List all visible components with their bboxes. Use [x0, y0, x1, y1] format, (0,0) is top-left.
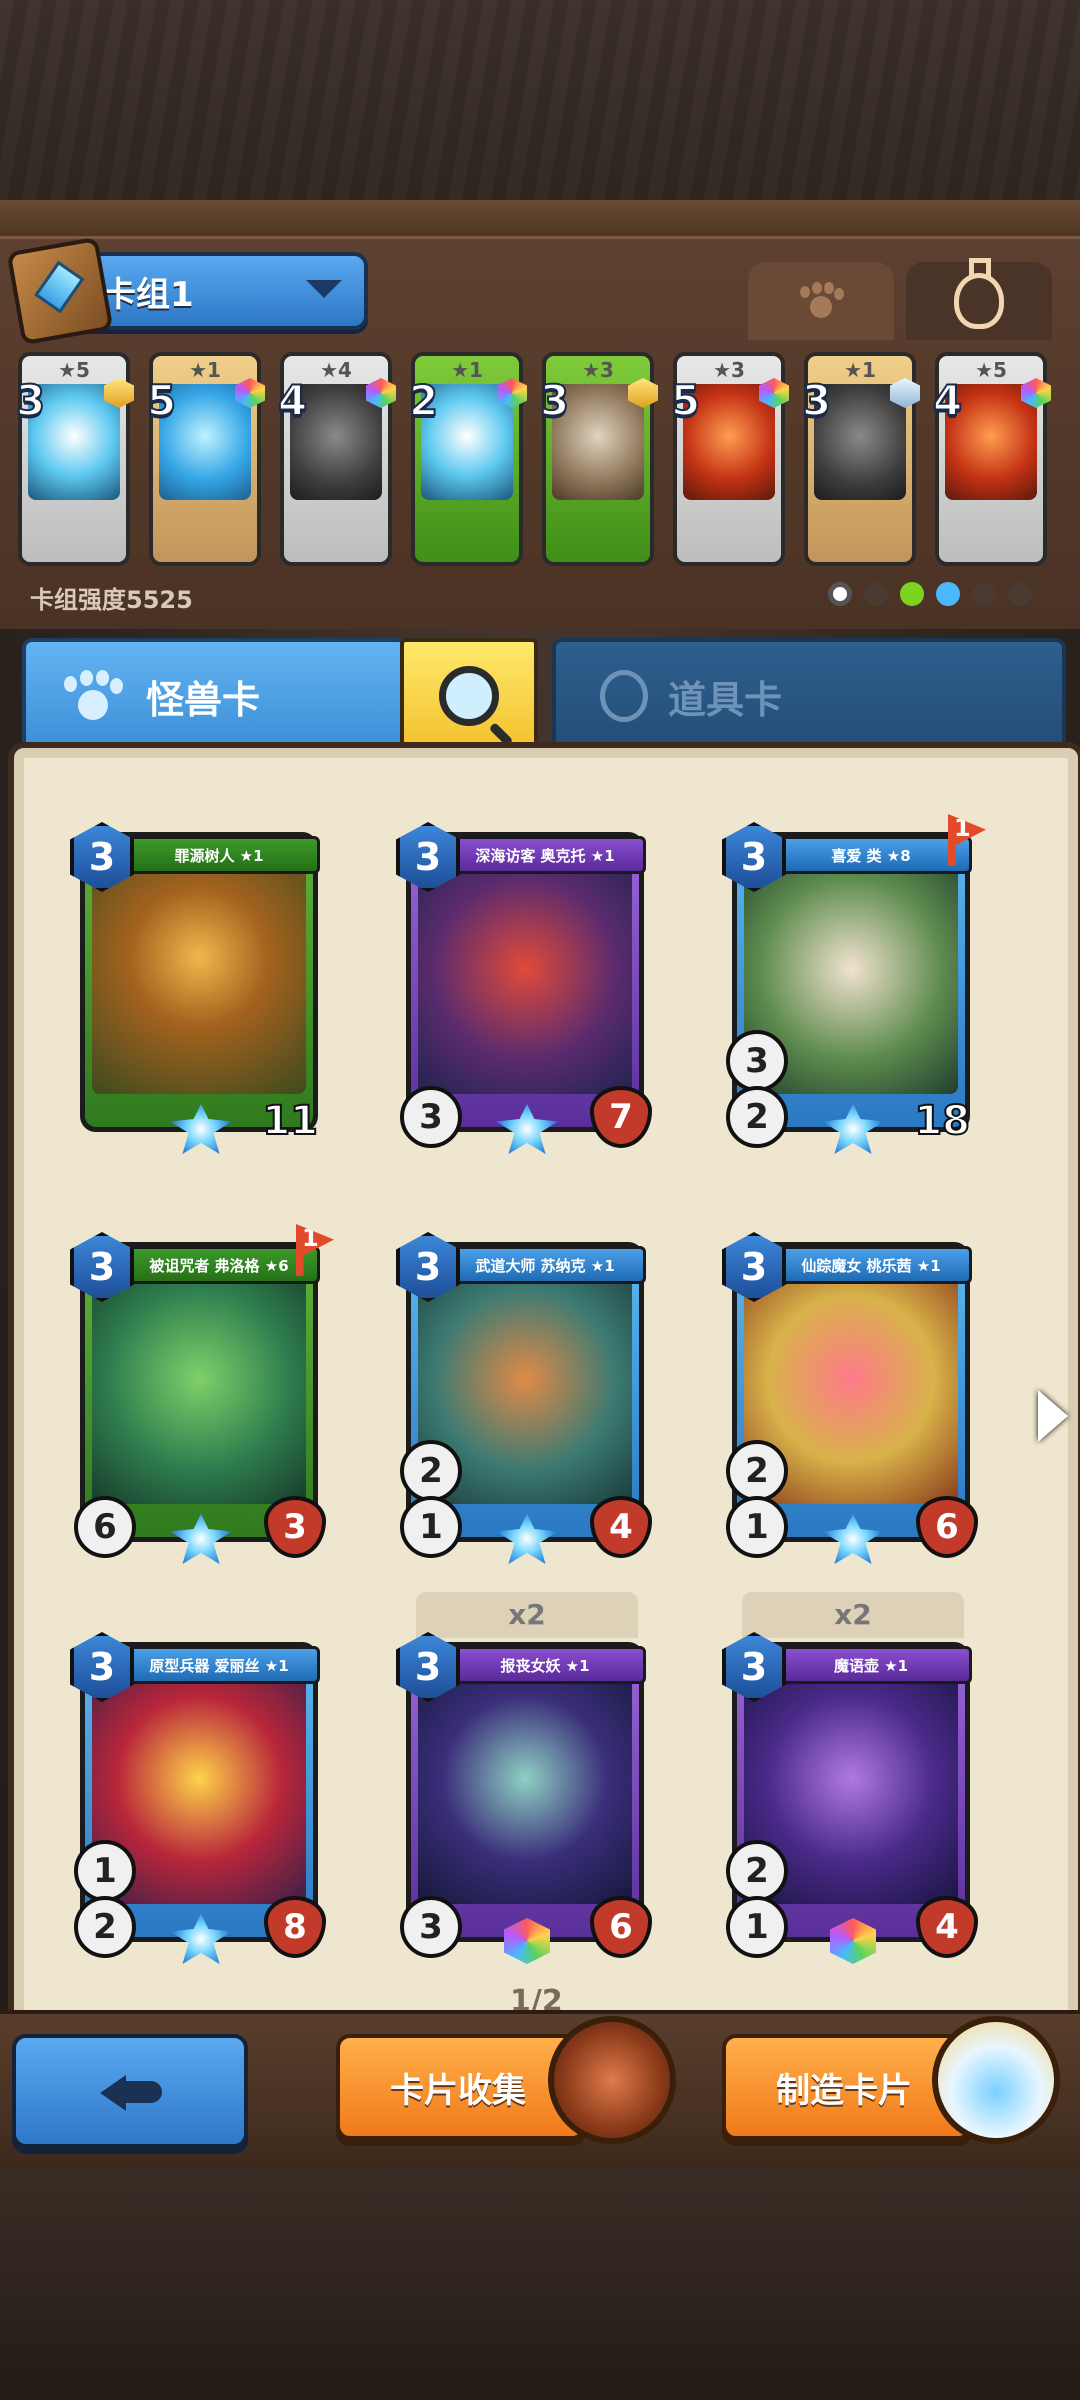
deck-card-cost: 3 — [801, 375, 832, 426]
card-attack: 6 — [74, 1496, 136, 1558]
card-secondary-stat: 2 — [400, 1440, 462, 1502]
monster-card[interactable]: 被诅咒者 弗洛格 ★6 3 1 6 3 — [70, 1224, 334, 1564]
card-name: 被诅咒者 弗洛格 ★6 — [118, 1246, 320, 1284]
deck-card[interactable]: ★1 3 — [801, 352, 920, 566]
deck-card-cost: 3 — [539, 375, 570, 426]
deck-card-cost: 4 — [932, 375, 963, 426]
card-health: 4 — [590, 1496, 652, 1558]
card-secondary-stat: 3 — [726, 1030, 788, 1092]
card-secondary-stat: 1 — [74, 1840, 136, 1902]
deck-card[interactable]: ★1 2 — [408, 352, 527, 566]
deck-card-cost: 2 — [408, 375, 439, 426]
monster-card[interactable]: 罪源树人 ★1 3 11 — [70, 822, 332, 1154]
search-icon — [439, 666, 499, 726]
card-health: 18 — [913, 1097, 971, 1145]
card-attack: 1 — [400, 1496, 462, 1558]
card-health: 3 — [264, 1496, 326, 1558]
deck-card[interactable]: ★5 4 — [932, 352, 1051, 566]
card-attack: 3 — [400, 1086, 462, 1148]
tab-monster-label: 怪兽卡 — [146, 677, 261, 722]
element-filter-icon[interactable] — [936, 582, 960, 606]
card-art — [418, 1676, 632, 1904]
potion-jar-icon[interactable] — [932, 2016, 1060, 2144]
paw-icon — [64, 670, 123, 722]
flask-icon — [600, 670, 648, 722]
card-name: 罪源树人 ★1 — [118, 836, 320, 874]
deck-card[interactable]: ★4 4 — [277, 352, 396, 566]
card-name: 仙踪魔女 桃乐茜 ★1 — [770, 1246, 972, 1284]
deck-name: 卡组1 — [102, 274, 194, 315]
tab-monster-cards[interactable]: 怪兽卡 — [22, 638, 408, 754]
element-filter-icon[interactable] — [900, 582, 924, 606]
next-page-arrow-icon[interactable] — [1038, 1390, 1068, 1442]
card-name: 原型兵器 爱丽丝 ★1 — [118, 1646, 320, 1684]
deck-strength: 卡组强度5525 — [30, 586, 193, 614]
floor-background — [0, 2168, 1080, 2400]
card-health: 4 — [916, 1896, 978, 1958]
back-arrow-icon — [100, 2069, 162, 2113]
deck-card-cost: 5 — [146, 375, 177, 426]
card-health: 7 — [590, 1086, 652, 1148]
card-attack: 1 — [726, 1496, 788, 1558]
card-name: 报丧女妖 ★1 — [444, 1646, 646, 1684]
card-secondary-stat: 2 — [726, 1840, 788, 1902]
monster-card[interactable]: 武道大师 苏纳克 ★1 3 2 1 4 — [396, 1232, 658, 1564]
monster-card[interactable]: 喜爱 类 ★8 3 1 3 2 18 — [722, 814, 986, 1154]
element-filter-icon[interactable] — [972, 582, 996, 606]
deck-book-icon — [6, 236, 114, 346]
deck-card-cost: 3 — [15, 375, 46, 426]
card-health: 8 — [264, 1896, 326, 1958]
deck-card[interactable]: ★1 5 — [146, 352, 265, 566]
card-name: 魔语壶 ★1 — [770, 1646, 972, 1684]
tab-monster-filter[interactable] — [748, 262, 894, 340]
search-button[interactable] — [400, 638, 538, 754]
craft-card-label: 制造卡片 — [776, 2070, 912, 2111]
tab-item-filter[interactable] — [906, 258, 1052, 340]
monster-card[interactable]: 仙踪魔女 桃乐茜 ★1 3 2 1 6 — [722, 1232, 984, 1564]
element-filter-icon[interactable] — [1008, 582, 1032, 606]
monster-card[interactable]: 深海访客 奥克托 ★1 3 3 7 — [396, 822, 658, 1154]
flask-icon — [954, 258, 1004, 329]
card-secondary-stat: 2 — [726, 1440, 788, 1502]
tab-item-cards[interactable]: 道具卡 — [552, 638, 1066, 754]
monster-card[interactable]: x2 魔语壶 ★1 3 2 1 4 — [722, 1592, 984, 1964]
card-art — [418, 866, 632, 1094]
card-attack: 1 — [726, 1896, 788, 1958]
element-filter-icon[interactable] — [864, 582, 888, 606]
card-health: 11 — [261, 1097, 319, 1145]
deck-selector-dropdown[interactable]: 卡组1 — [6, 236, 368, 346]
card-art — [92, 1276, 306, 1504]
card-health: 6 — [590, 1896, 652, 1958]
card-attack: 2 — [726, 1086, 788, 1148]
card-attack: 2 — [74, 1896, 136, 1958]
card-health: 6 — [916, 1496, 978, 1558]
back-button[interactable] — [12, 2034, 248, 2148]
card-name: 武道大师 苏纳克 ★1 — [444, 1246, 646, 1284]
deck-card-row: ★5 3 ★1 5 ★4 4 ★1 2 ★3 3 ★3 5 ★1 3 ★5 4 — [14, 352, 1074, 572]
element-filter-icons — [828, 582, 1032, 606]
card-attack: 3 — [400, 1896, 462, 1958]
card-art — [92, 866, 306, 1094]
element-filter-icon[interactable] — [828, 582, 852, 606]
monster-card[interactable]: 原型兵器 爱丽丝 ★1 3 1 2 8 — [70, 1632, 332, 1964]
copies-count: x2 — [508, 1598, 546, 1631]
copies-count: x2 — [834, 1598, 872, 1631]
deck-card-cost: 5 — [670, 375, 701, 426]
card-name: 喜爱 类 ★8 — [770, 836, 972, 874]
card-album-icon[interactable] — [548, 2016, 676, 2144]
card-collection-label: 卡片收集 — [390, 2070, 526, 2111]
monster-card[interactable]: x2 报丧女妖 ★1 3 3 6 — [396, 1592, 658, 1964]
deck-card[interactable]: ★3 3 — [539, 352, 658, 566]
deck-card[interactable]: ★5 3 — [15, 352, 134, 566]
paw-icon — [800, 282, 844, 320]
deck-card[interactable]: ★3 5 — [670, 352, 789, 566]
card-name: 深海访客 奥克托 ★1 — [444, 836, 646, 874]
tab-item-label: 道具卡 — [668, 677, 783, 722]
chevron-down-icon — [306, 280, 342, 298]
deck-card-cost: 4 — [277, 375, 308, 426]
